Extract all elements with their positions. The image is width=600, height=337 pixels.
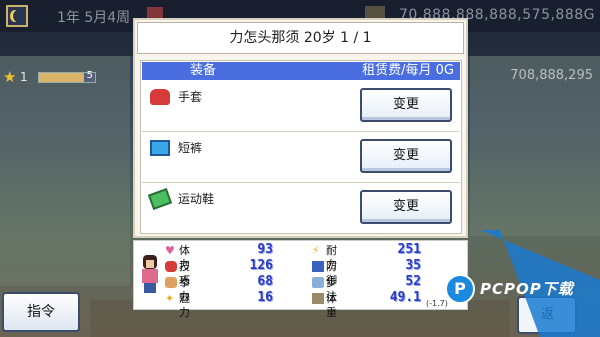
moon-icon[interactable] <box>6 5 28 27</box>
stat-defense-value: 35 <box>405 258 421 273</box>
change-shoes-button[interactable]: 变更 <box>360 190 452 224</box>
stat-hp-value: 93 <box>257 242 273 257</box>
shoe-icon <box>312 277 324 288</box>
avatar-legs <box>144 283 156 293</box>
shoes-icon <box>147 188 173 210</box>
funds-amount: 708,888,295 <box>510 68 593 83</box>
stat-technique-value: 126 <box>249 258 273 273</box>
background-building <box>0 56 130 286</box>
glove-icon <box>150 89 170 105</box>
experience-fill <box>39 73 84 82</box>
avatar-body <box>142 269 158 283</box>
shorts-icon <box>150 140 170 156</box>
stat-stamina-value: 251 <box>397 242 421 257</box>
background-building <box>470 56 600 236</box>
equipment-row-shoes: 运动鞋 变更 <box>142 183 460 233</box>
stat-footwork-value: 52 <box>405 274 421 289</box>
weight-change: (-1.7) <box>426 299 448 308</box>
rank-value: 1 <box>20 70 28 84</box>
equipment-row-shorts: 短裤 变更 <box>142 132 460 183</box>
heart-icon: ♥ <box>165 244 175 257</box>
game-date: 1年 5月4周 <box>57 10 131 26</box>
rent-column-label: 租赁费/每月 0G <box>362 63 454 78</box>
equipment-list: 装备 租赁费/每月 0G 手套 变更 短裤 变更 运动鞋 变更 <box>140 60 462 234</box>
item-label: 手套 <box>178 90 203 104</box>
stat-charm-value: 16 <box>257 290 273 305</box>
watermark-text: PCPOP下载 <box>480 280 574 298</box>
change-shorts-button[interactable]: 变更 <box>360 139 452 173</box>
avatar-face <box>146 260 154 268</box>
command-button[interactable]: 指令 <box>2 292 80 332</box>
shield-icon <box>312 261 324 272</box>
character-stats-panel: ♥ 体力 93 技巧 126 拳力 68 ✦ 魅力 16 ⚡ 耐力 251 防御… <box>133 240 468 319</box>
arm-icon <box>165 277 177 288</box>
experience-bar: 5 <box>38 70 96 83</box>
sparkle-icon: ✦ <box>165 292 175 305</box>
equipment-row-gloves: 手套 变更 <box>142 81 460 132</box>
item-label: 运动鞋 <box>178 192 215 206</box>
boxer-avatar <box>140 255 160 295</box>
equip-column-label: 装备 <box>190 63 217 78</box>
star-icon: ★ <box>3 68 17 86</box>
item-label: 短裤 <box>178 141 203 155</box>
lightning-icon: ⚡ <box>312 244 320 257</box>
change-gloves-button[interactable]: 变更 <box>360 88 452 122</box>
experience-label: 5 <box>86 70 93 81</box>
equipment-dialog: 力怎头那须 20岁 1 / 1 装备 租赁费/每月 0G 手套 变更 短裤 变更… <box>133 18 468 238</box>
dialog-title: 力怎头那须 20岁 1 / 1 <box>137 22 464 54</box>
stat-weight-value: 49.1 <box>389 290 421 305</box>
stat-label: 体重 <box>326 292 337 319</box>
watermark-logo: P <box>445 274 475 304</box>
stat-label: 魅力 <box>179 292 190 319</box>
scale-icon <box>312 293 324 304</box>
stat-punch-value: 68 <box>257 274 273 289</box>
glove-icon <box>165 261 177 272</box>
equipment-header: 装备 租赁费/每月 0G <box>142 62 460 80</box>
